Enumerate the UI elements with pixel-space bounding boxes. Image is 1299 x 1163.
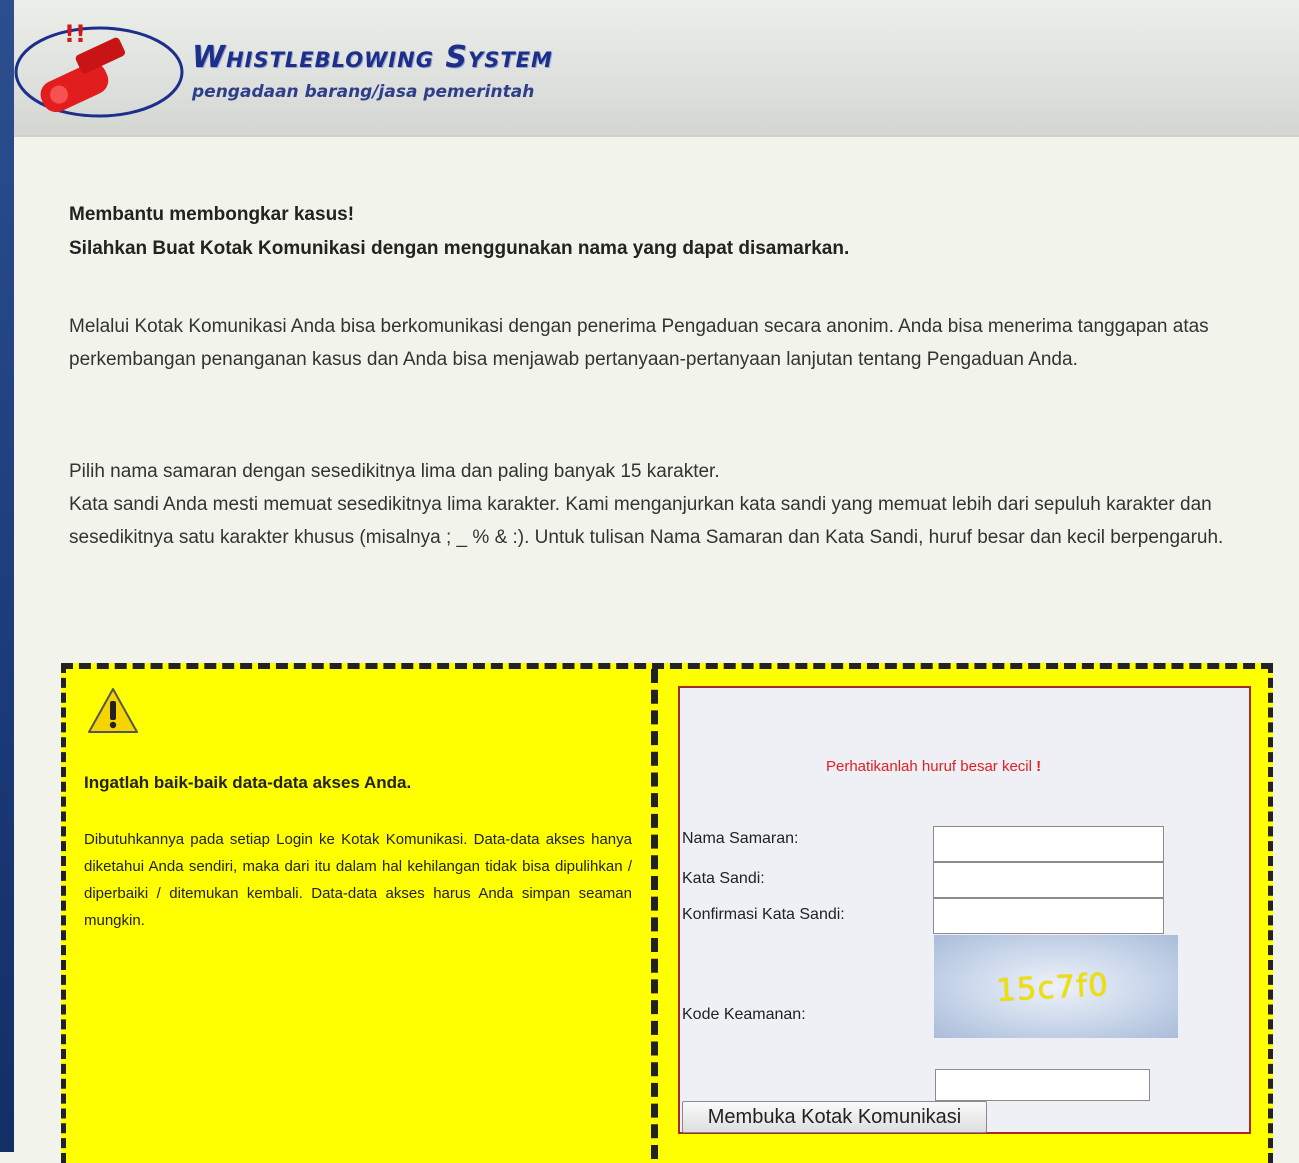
captcha-text: 15c7f0 (995, 967, 1110, 1009)
site-header: !! Whistleblowing System pengadaan baran… (14, 0, 1299, 137)
svg-text:!!: !! (64, 20, 86, 48)
hint-exclamation: ! (1036, 758, 1042, 775)
konfirmasi-sandi-label: Konfirmasi Kata Sandi: (682, 906, 845, 923)
site-subtitle: pengadaan barang/jasa pemerintah (192, 82, 535, 102)
site-title: Whistleblowing System (192, 40, 553, 75)
whistle-logo-icon: !! (14, 10, 194, 130)
intro-line-1: Membantu membongkar kasus! (69, 204, 355, 225)
info-paragraph: Melalui Kotak Komunikasi Anda bisa berko… (69, 316, 1209, 370)
intro-heading: Membantu membongkar kasus! Silahkan Buat… (69, 198, 1269, 266)
kata-sandi-input[interactable] (933, 862, 1164, 898)
nama-samaran-label: Nama Samaran: (682, 830, 799, 847)
warning-triangle-icon (86, 686, 140, 736)
kode-keamanan-input[interactable] (935, 1069, 1150, 1101)
open-communication-box-button[interactable]: Membuka Kotak Komunikasi (682, 1101, 987, 1133)
kata-sandi-label: Kata Sandi: (682, 870, 765, 887)
rules-line-2: Kata sandi Anda mesti memuat sesedikitny… (69, 494, 1224, 548)
nama-samaran-input[interactable] (933, 826, 1164, 862)
rules-paragraph: Pilih nama samaran dengan sesedikitnya l… (69, 455, 1259, 554)
hint-text: Perhatikanlah huruf besar kecil (826, 758, 1032, 775)
warning-text: Dibutuhkannya pada setiap Login ke Kotak… (84, 831, 632, 929)
warning-title: Ingatlah baik-baik data-data akses Anda. (84, 773, 412, 792)
dashed-divider (651, 669, 658, 1159)
kode-keamanan-label: Kode Keamanan: (682, 1006, 806, 1023)
left-edge-strip (0, 0, 14, 1152)
case-sensitive-hint: Perhatikanlah huruf besar kecil ! (826, 758, 1041, 775)
intro-line-2: Silahkan Buat Kotak Komunikasi dengan me… (69, 238, 850, 259)
rules-line-1: Pilih nama samaran dengan sesedikitnya l… (69, 461, 720, 482)
konfirmasi-sandi-input[interactable] (933, 898, 1164, 934)
